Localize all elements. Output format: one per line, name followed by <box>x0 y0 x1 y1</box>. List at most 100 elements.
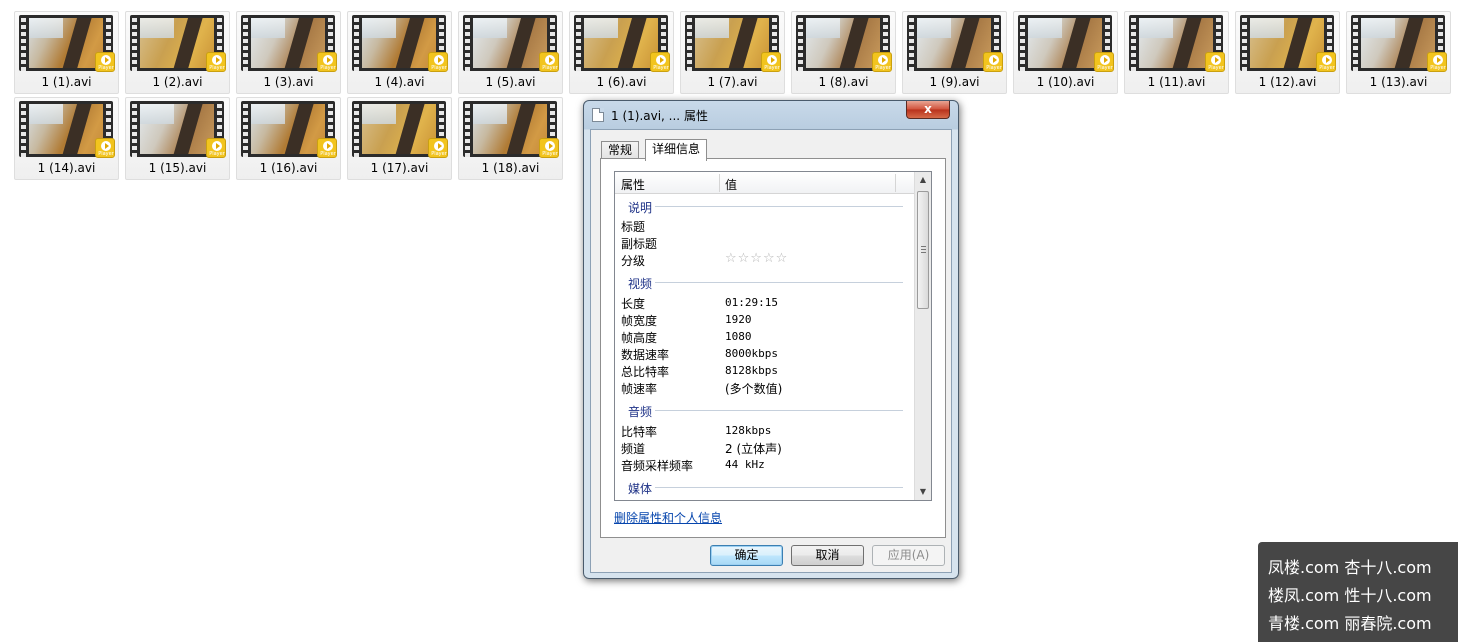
property-row-label[interactable]: 总比特率 <box>621 363 669 380</box>
dialog-title: 1 (1).avi, ... 属性 <box>611 109 708 123</box>
property-list: 属性 值 说明 标题 副标题 分级 ☆☆☆☆☆ 视频 长度 01:29:15 帧… <box>614 171 932 501</box>
property-row-label[interactable]: 帧宽度 <box>621 312 657 329</box>
column-header-property[interactable]: 属性 <box>621 176 645 193</box>
file-name: 1 (13).avi <box>1369 75 1428 89</box>
apply-button[interactable]: 应用(A) <box>872 545 945 566</box>
player-badge-icon: Player <box>317 138 337 158</box>
file-item[interactable]: Player 1 (3).avi <box>236 11 341 94</box>
player-badge-icon: Player <box>872 52 892 72</box>
file-name: 1 (4).avi <box>374 75 425 89</box>
scroll-thumb[interactable] <box>917 191 929 309</box>
file-name: 1 (6).avi <box>596 75 647 89</box>
file-item[interactable]: Player 1 (16).avi <box>236 97 341 180</box>
property-row-value[interactable]: 2 (立体声) <box>725 440 782 457</box>
player-badge-icon: Player <box>95 52 115 72</box>
property-row-label[interactable]: 音频采样频率 <box>621 457 693 474</box>
file-item[interactable]: Player 1 (7).avi <box>680 11 785 94</box>
property-row-label[interactable]: 频道 <box>621 440 645 457</box>
ok-button[interactable]: 确定 <box>710 545 783 566</box>
file-item[interactable]: Player 1 (5).avi <box>458 11 563 94</box>
player-badge-icon: Player <box>95 138 115 158</box>
file-item[interactable]: Player 1 (8).avi <box>791 11 896 94</box>
property-row-value[interactable]: 1920 <box>725 313 752 326</box>
player-badge-icon: Player <box>1427 52 1447 72</box>
grip-icon <box>921 246 926 253</box>
property-row-value[interactable]: 44 kHz <box>725 458 765 471</box>
dialog-body: 常规 详细信息 属性 值 说明 标题 副标题 分级 ☆☆☆☆☆ 视频 长度 01… <box>590 129 952 573</box>
list-header: 属性 值 <box>615 172 915 194</box>
property-row-label[interactable]: 标题 <box>621 218 645 235</box>
file-item[interactable]: Player 1 (6).avi <box>569 11 674 94</box>
property-row-label[interactable]: 长度 <box>621 295 645 312</box>
file-name: 1 (10).avi <box>1036 75 1095 89</box>
player-badge-icon: Player <box>1316 52 1336 72</box>
section-description: 说明 <box>628 201 653 215</box>
file-name: 1 (12).avi <box>1258 75 1317 89</box>
player-badge-icon: Player <box>428 52 448 72</box>
property-row-label[interactable]: 分级 <box>621 252 645 269</box>
file-name: 1 (5).avi <box>485 75 536 89</box>
property-row-label[interactable]: 副标题 <box>621 235 657 252</box>
watermark-line: 凤楼.com 杏十八.com <box>1268 558 1432 577</box>
property-row-value[interactable]: (多个数值) <box>725 380 782 397</box>
file-item[interactable]: Player 1 (15).avi <box>125 97 230 180</box>
file-name: 1 (1).avi <box>41 75 92 89</box>
file-name: 1 (8).avi <box>818 75 869 89</box>
player-badge-icon: Player <box>1094 52 1114 72</box>
scroll-up-icon[interactable]: ▲ <box>915 172 931 188</box>
file-item[interactable]: Player 1 (17).avi <box>347 97 452 180</box>
vertical-scrollbar[interactable]: ▲ ▼ <box>914 172 931 500</box>
property-row-label[interactable]: 比特率 <box>621 423 657 440</box>
player-badge-icon: Player <box>1205 52 1225 72</box>
player-badge-icon: Player <box>206 138 226 158</box>
property-row-value[interactable]: 01:29:15 <box>725 296 778 309</box>
file-name: 1 (11).avi <box>1147 75 1206 89</box>
close-button[interactable]: x <box>906 101 950 119</box>
watermark-line: 楼凤.com 性十八.com <box>1268 586 1432 605</box>
property-row-label[interactable]: 帧速率 <box>621 380 657 397</box>
tab-general[interactable]: 常规 <box>601 141 640 159</box>
file-item[interactable]: Player 1 (4).avi <box>347 11 452 94</box>
section-audio: 音频 <box>628 405 653 419</box>
file-item[interactable]: Player 1 (13).avi <box>1346 11 1451 94</box>
file-item[interactable]: Player 1 (12).avi <box>1235 11 1340 94</box>
file-name: 1 (14).avi <box>37 161 96 175</box>
document-icon <box>592 108 604 122</box>
file-item[interactable]: Player 1 (14).avi <box>14 97 119 180</box>
details-tab-page: 属性 值 说明 标题 副标题 分级 ☆☆☆☆☆ 视频 长度 01:29:15 帧… <box>600 158 946 538</box>
remove-properties-link[interactable]: 删除属性和个人信息 <box>614 509 722 526</box>
file-name: 1 (15).avi <box>148 161 207 175</box>
player-badge-icon: Player <box>761 52 781 72</box>
property-row-value[interactable]: 1080 <box>725 330 752 343</box>
file-name: 1 (17).avi <box>370 161 429 175</box>
property-row-value[interactable]: 128kbps <box>725 424 771 437</box>
column-header-value[interactable]: 值 <box>725 176 737 193</box>
player-badge-icon: Player <box>983 52 1003 72</box>
property-row-value[interactable]: 8128kbps <box>725 364 778 377</box>
rating-stars[interactable]: ☆☆☆☆☆ <box>725 251 788 266</box>
file-item[interactable]: Player 1 (2).avi <box>125 11 230 94</box>
cancel-button[interactable]: 取消 <box>791 545 864 566</box>
tab-details[interactable]: 详细信息 <box>645 139 708 161</box>
player-badge-icon: Player <box>539 52 559 72</box>
file-item[interactable]: Player 1 (10).avi <box>1013 11 1118 94</box>
scroll-down-icon[interactable]: ▼ <box>915 484 931 500</box>
file-name: 1 (3).avi <box>263 75 314 89</box>
file-name: 1 (7).avi <box>707 75 758 89</box>
player-badge-icon: Player <box>539 138 559 158</box>
watermark: 凤楼.com 杏十八.com 楼凤.com 性十八.com 青楼.com 丽春院… <box>1258 542 1458 642</box>
property-row-label[interactable]: 帧高度 <box>621 329 657 346</box>
properties-dialog: 1 (1).avi, ... 属性 x 常规 详细信息 属性 值 说明 标题 副 <box>583 100 959 579</box>
property-row-label[interactable]: 数据速率 <box>621 346 669 363</box>
file-item[interactable]: Player 1 (18).avi <box>458 97 563 180</box>
player-badge-icon: Player <box>428 138 448 158</box>
file-name: 1 (2).avi <box>152 75 203 89</box>
property-row-value[interactable]: 8000kbps <box>725 347 778 360</box>
file-item[interactable]: Player 1 (1).avi <box>14 11 119 94</box>
file-item[interactable]: Player 1 (9).avi <box>902 11 1007 94</box>
section-media: 媒体 <box>628 482 653 496</box>
file-item[interactable]: Player 1 (11).avi <box>1124 11 1229 94</box>
file-name: 1 (9).avi <box>929 75 980 89</box>
player-badge-icon: Player <box>206 52 226 72</box>
file-name: 1 (16).avi <box>259 161 318 175</box>
